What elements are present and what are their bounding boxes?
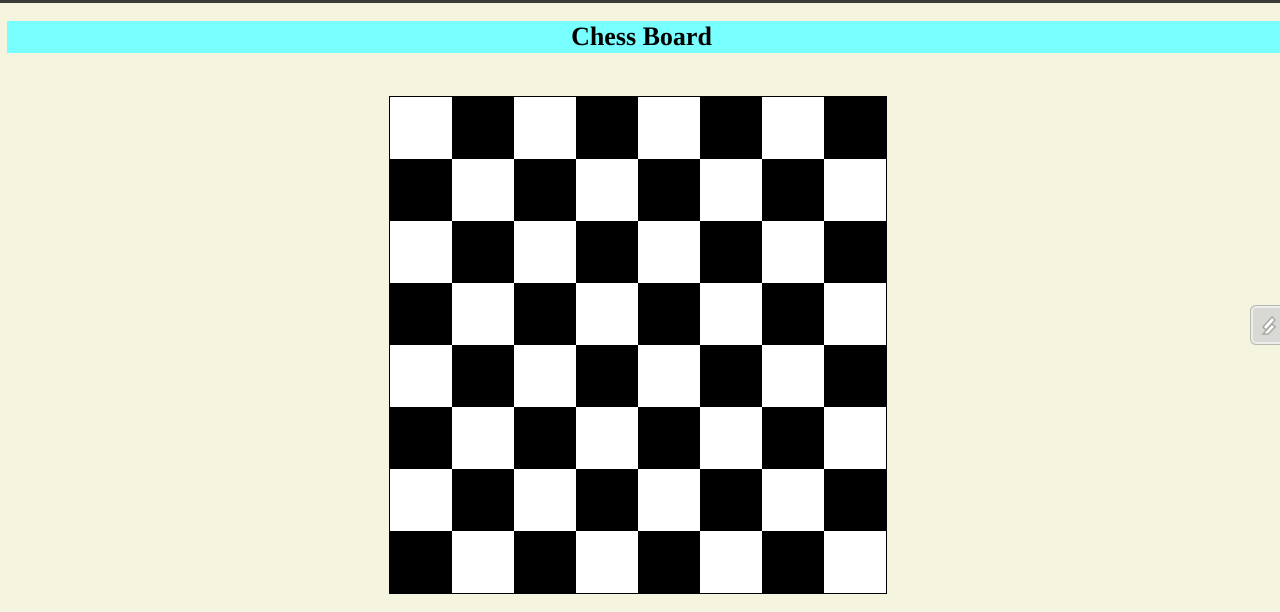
board-square — [638, 221, 700, 283]
board-square — [514, 221, 576, 283]
board-square — [452, 159, 514, 221]
board-square — [824, 283, 886, 345]
board-square — [762, 531, 824, 593]
board-square — [452, 345, 514, 407]
board-square — [576, 531, 638, 593]
board-square — [452, 531, 514, 593]
board-square — [700, 469, 762, 531]
board-square — [390, 97, 452, 159]
board-square — [638, 531, 700, 593]
board-square — [514, 283, 576, 345]
board-square — [824, 97, 886, 159]
page-title: Chess Board — [571, 22, 712, 51]
side-tool-button[interactable] — [1250, 305, 1280, 345]
board-square — [762, 283, 824, 345]
board-square — [514, 407, 576, 469]
board-square — [452, 97, 514, 159]
board-square — [452, 407, 514, 469]
board-square — [762, 407, 824, 469]
board-square — [824, 531, 886, 593]
board-square — [824, 221, 886, 283]
title-bar: Chess Board — [7, 21, 1280, 53]
board-square — [452, 283, 514, 345]
board-square — [576, 407, 638, 469]
board-square — [390, 407, 452, 469]
board-square — [576, 97, 638, 159]
board-square — [638, 345, 700, 407]
board-square — [576, 159, 638, 221]
board-square — [638, 97, 700, 159]
board-square — [824, 469, 886, 531]
board-square — [576, 345, 638, 407]
board-square — [638, 407, 700, 469]
board-square — [514, 531, 576, 593]
board-square — [638, 283, 700, 345]
board-square — [700, 531, 762, 593]
board-square — [638, 469, 700, 531]
board-square — [700, 159, 762, 221]
board-square — [576, 469, 638, 531]
board-square — [514, 469, 576, 531]
board-square — [762, 159, 824, 221]
board-square — [514, 345, 576, 407]
board-square — [390, 345, 452, 407]
board-square — [452, 221, 514, 283]
board-square — [514, 97, 576, 159]
board-square — [576, 283, 638, 345]
window-top-strip — [0, 0, 1280, 3]
board-square — [390, 159, 452, 221]
board-square — [700, 221, 762, 283]
board-square — [638, 159, 700, 221]
board-square — [824, 159, 886, 221]
edit-pen-icon — [1259, 313, 1279, 337]
board-square — [390, 469, 452, 531]
board-square — [824, 345, 886, 407]
board-square — [514, 159, 576, 221]
board-square — [700, 97, 762, 159]
board-square — [576, 221, 638, 283]
board-square — [762, 221, 824, 283]
board-square — [390, 531, 452, 593]
chess-board — [389, 96, 887, 594]
board-square — [700, 345, 762, 407]
board-square — [762, 97, 824, 159]
board-square — [824, 407, 886, 469]
board-square — [700, 407, 762, 469]
board-square — [452, 469, 514, 531]
board-square — [390, 283, 452, 345]
board-square — [762, 469, 824, 531]
board-square — [700, 283, 762, 345]
board-square — [762, 345, 824, 407]
board-square — [390, 221, 452, 283]
